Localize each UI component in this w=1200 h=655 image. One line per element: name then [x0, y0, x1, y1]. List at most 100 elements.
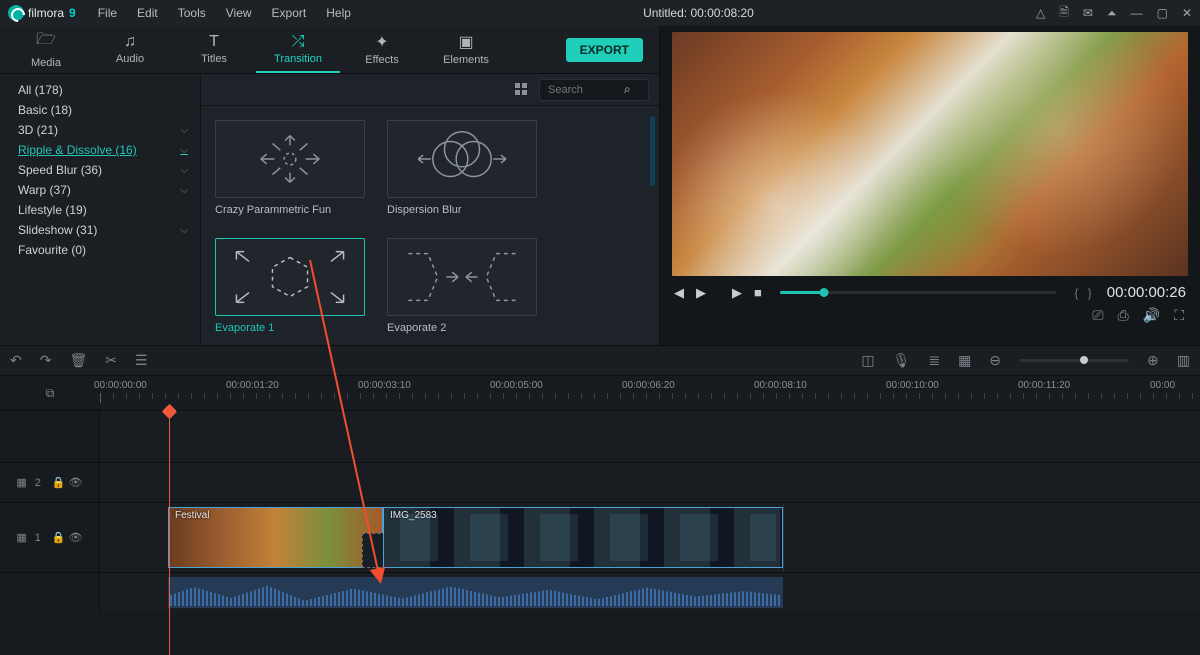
thumb-evaporate-1[interactable]: Evaporate 1: [215, 238, 365, 334]
tab-titles[interactable]: TTitles: [172, 26, 256, 73]
preview-viewport[interactable]: [672, 32, 1188, 276]
step-back-icon[interactable]: ◀: [674, 285, 684, 301]
audio-clip[interactable]: [168, 577, 783, 608]
menubar: filmora9 File Edit Tools View Export Hel…: [0, 0, 1200, 26]
menu-help[interactable]: Help: [316, 6, 361, 20]
play-icon[interactable]: ▶: [696, 285, 706, 301]
search-icon[interactable]: ⌕: [624, 82, 631, 97]
folder-icon: 🗁: [36, 28, 56, 55]
track-head-2[interactable]: ▦ 2 🔒 👁: [0, 463, 100, 502]
quality-icon[interactable]: ⎚: [1092, 307, 1103, 324]
thumb-label: Dispersion Blur: [387, 204, 537, 216]
elements-icon: ▣: [458, 32, 473, 52]
music-icon: ♫: [124, 33, 136, 51]
logo-icon: [8, 5, 24, 21]
grid-view-icon[interactable]: [515, 83, 529, 97]
sidebar-item-speed-blur[interactable]: Speed Blur (36)⌵: [0, 160, 200, 180]
seek-bar[interactable]: [780, 291, 1057, 294]
sidebar-item-ripple-dissolve[interactable]: Ripple & Dissolve (16)⌵: [0, 140, 200, 160]
thumb-label: Evaporate 2: [387, 322, 537, 334]
zoom-slider[interactable]: [1019, 359, 1129, 362]
thumb-dispersion-blur[interactable]: Dispersion Blur: [387, 120, 537, 216]
sidebar-item-warp[interactable]: Warp (37)⌵: [0, 180, 200, 200]
preview-timecode: 00:00:00:26: [1107, 284, 1186, 301]
video-lane-1[interactable]: Festival IMG_2583: [100, 503, 1200, 572]
thumb-evaporate-2[interactable]: Evaporate 2: [387, 238, 537, 334]
search-field[interactable]: ⌕: [539, 79, 649, 101]
chevron-down-icon: ⌵: [180, 185, 188, 196]
chevron-down-icon: ⌵: [180, 165, 188, 176]
split-icon[interactable]: ✂: [105, 352, 117, 369]
sidebar-item-slideshow[interactable]: Slideshow (31)⌵: [0, 220, 200, 240]
menu-view[interactable]: View: [216, 6, 262, 20]
snapshot-icon[interactable]: ⎙: [1118, 307, 1129, 324]
mark-in-out-icon[interactable]: { }: [1074, 286, 1094, 300]
mic-icon[interactable]: ⏶: [1107, 6, 1117, 21]
document-title: Untitled: 00:00:08:20: [361, 6, 1036, 20]
marker-icon[interactable]: ◫: [861, 352, 874, 369]
menu-file[interactable]: File: [88, 6, 127, 20]
video-track-2: ▦ 2 🔒 👁: [0, 462, 1200, 502]
zoom-fit-icon[interactable]: ▥: [1177, 352, 1190, 369]
preview-footer-icons: ⎚ ⎙ 🔊 ⛶: [668, 305, 1192, 326]
play-preview-icon[interactable]: ▶: [732, 285, 742, 301]
menu-export[interactable]: Export: [262, 6, 317, 20]
render-icon[interactable]: ▦: [958, 352, 971, 369]
thumbnail-grid-area: ⌕ Crazy Parammetric Fun Dispersion Blur: [200, 74, 659, 345]
zoom-out-icon[interactable]: ⊖: [989, 352, 1001, 369]
library-tabs: 🗁Media ♫Audio TTitles ⤮Transition ✦Effec…: [0, 26, 659, 74]
menu-tools[interactable]: Tools: [168, 6, 216, 20]
close-icon[interactable]: ✕: [1182, 6, 1192, 20]
library-panel: 🗁Media ♫Audio TTitles ⤮Transition ✦Effec…: [0, 26, 660, 345]
sidebar-item-basic[interactable]: Basic (18): [0, 100, 200, 120]
search-input[interactable]: [548, 84, 624, 96]
adjust-icon[interactable]: ☰: [135, 352, 148, 369]
playhead[interactable]: [169, 408, 170, 655]
minimize-icon[interactable]: —: [1131, 6, 1143, 20]
thumb-label: Crazy Parammetric Fun: [215, 204, 365, 216]
audio-lane[interactable]: [100, 573, 1200, 612]
timeline-toolbar: ↶ ↷ 🗑 ✂ ☰ ◫ 🎙 ≣ ▦ ⊖ ⊕ ▥: [0, 346, 1200, 376]
undo-icon[interactable]: ↶: [10, 352, 22, 369]
sidebar-item-favourite[interactable]: Favourite (0): [0, 240, 200, 260]
tab-audio[interactable]: ♫Audio: [88, 26, 172, 73]
upper-panels: 🗁Media ♫Audio TTitles ⤮Transition ✦Effec…: [0, 26, 1200, 346]
stop-icon[interactable]: ■: [754, 285, 762, 300]
fullscreen-icon[interactable]: ⛶: [1174, 307, 1184, 324]
sidebar-item-all[interactable]: All (178): [0, 80, 200, 100]
tab-media[interactable]: 🗁Media: [4, 26, 88, 73]
clip-festival[interactable]: Festival: [168, 507, 383, 568]
timeline: ⧉ 00:00:00:0000:00:01:2000:00:03:1000:00…: [0, 376, 1200, 655]
volume-icon[interactable]: 🔊: [1143, 307, 1160, 324]
manage-tracks-button[interactable]: ⧉: [0, 376, 100, 410]
tab-effects[interactable]: ✦Effects: [340, 26, 424, 73]
tab-transition[interactable]: ⤮Transition: [256, 26, 340, 73]
record-voice-icon[interactable]: 🎙: [893, 352, 911, 369]
tab-elements[interactable]: ▣Elements: [424, 26, 508, 73]
sidebar-item-lifestyle[interactable]: Lifestyle (19): [0, 200, 200, 220]
zoom-in-icon[interactable]: ⊕: [1147, 352, 1159, 369]
mixer-icon[interactable]: ≣: [928, 352, 940, 369]
account-icon[interactable]: △: [1036, 6, 1045, 20]
maximize-icon[interactable]: ▢: [1157, 6, 1168, 20]
redo-icon[interactable]: ↷: [40, 352, 52, 369]
delete-icon[interactable]: 🗑: [69, 352, 87, 369]
export-button[interactable]: EXPORT: [566, 38, 643, 62]
sidebar-item-3d[interactable]: 3D (21)⌵: [0, 120, 200, 140]
mail-icon[interactable]: ✉: [1083, 6, 1093, 20]
track-head-1[interactable]: ▦ 1 🔒 👁: [0, 503, 100, 572]
video-track-1: ▦ 1 🔒 👁 Festival IMG_2583: [0, 502, 1200, 572]
save-icon[interactable]: 🗎: [1059, 3, 1069, 24]
clip-img[interactable]: IMG_2583: [383, 507, 783, 568]
thumbnail-grid: Crazy Parammetric Fun Dispersion Blur Ev…: [201, 106, 659, 345]
app-logo: filmora9: [8, 5, 76, 21]
thumb-crazy-parametric[interactable]: Crazy Parammetric Fun: [215, 120, 365, 216]
menu-edit[interactable]: Edit: [127, 6, 168, 20]
app-version: 9: [69, 6, 76, 20]
grid-scrollbar[interactable]: [650, 116, 655, 186]
time-ruler[interactable]: 00:00:00:0000:00:01:2000:00:03:1000:00:0…: [100, 376, 1200, 410]
chevron-down-icon: ⌵: [180, 145, 188, 156]
window-controls: △ 🗎 ✉ ⏶ — ▢ ✕: [1036, 3, 1192, 24]
effects-icon: ✦: [375, 32, 388, 52]
thumb-label: Evaporate 1: [215, 322, 365, 334]
